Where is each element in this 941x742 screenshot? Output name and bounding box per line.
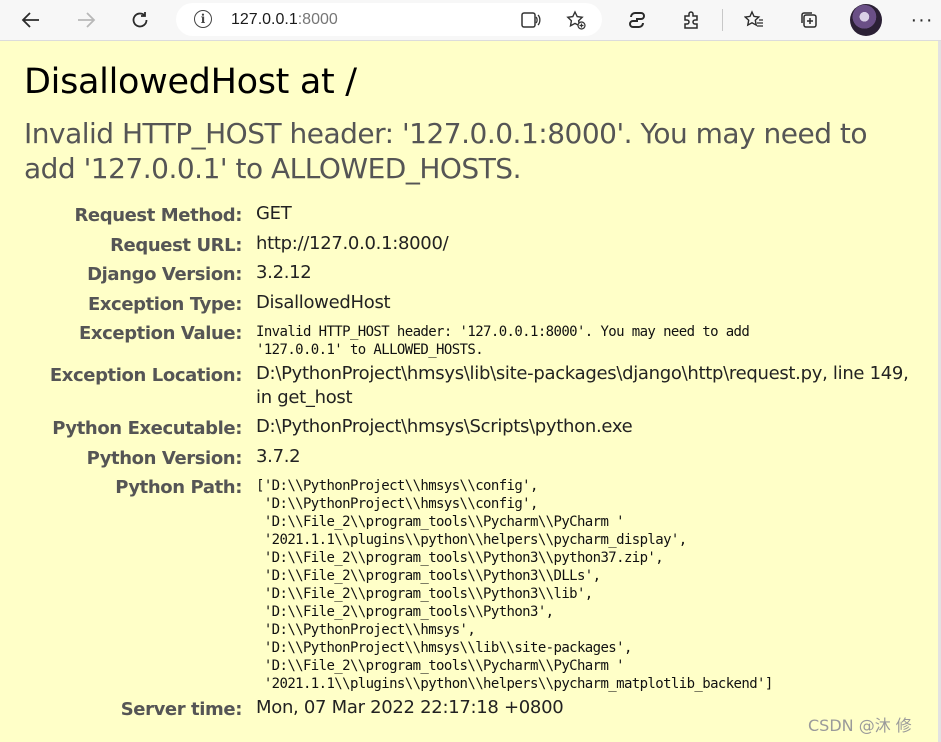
meta-label: Server time: [120,699,243,720]
error-message: Invalid HTTP_HOST header: '127.0.0.1:800… [24,117,868,185]
info-icon[interactable]: i [194,10,212,28]
favorites-icon[interactable] [738,4,770,36]
url-text[interactable]: 127.0.0.1:8000 [231,11,338,29]
url-port: :8000 [297,11,338,28]
read-aloud-icon[interactable] [518,7,544,33]
meta-label: Python Path: [115,477,242,498]
browser-toolbar: i 127.0.0.1:8000 ··· [0,0,941,41]
refresh-icon[interactable] [124,4,156,36]
meta-label: Exception Location: [49,365,243,386]
meta-value: D:\PythonProject\hmsys\lib\site-packages… [256,363,909,408]
meta-value: D:\PythonProject\hmsys\Scripts\python.ex… [256,416,633,437]
meta-label: Exception Value: [79,323,242,344]
address-bar[interactable]: i 127.0.0.1:8000 [176,3,602,36]
toolbar-divider [722,9,723,31]
meta-label: Django Version: [87,264,242,285]
collections-icon[interactable] [793,4,825,36]
meta-value: 3.2.12 [256,262,312,283]
meta-value: Invalid HTTP_HOST header: '127.0.0.1:800… [256,324,750,358]
copilot-icon[interactable] [621,4,653,36]
meta-value: 3.7.2 [256,446,301,467]
meta-value: ['D:\\PythonProject\\hmsys\\config', 'D:… [256,478,773,692]
meta-value: http://127.0.0.1:8000/ [256,233,449,254]
meta-value: GET [256,203,292,224]
csdn-watermark: CSDN @沐 修 [808,716,912,735]
more-icon[interactable]: ··· [906,4,938,36]
meta-label: Request Method: [74,205,242,226]
meta-label: Request URL: [110,235,242,256]
back-arrow-icon[interactable] [15,4,47,36]
profile-avatar[interactable] [850,4,882,36]
meta-value: DisallowedHost [256,292,391,313]
meta-label: Python Version: [86,448,243,469]
meta-label: Python Executable: [52,418,242,439]
forward-arrow-icon[interactable] [70,4,102,36]
meta-label: Exception Type: [87,294,242,315]
add-favorite-icon[interactable] [563,7,589,33]
error-title: DisallowedHost at / [24,62,357,102]
extensions-icon[interactable] [676,4,708,36]
url-host: 127.0.0.1 [231,11,298,28]
